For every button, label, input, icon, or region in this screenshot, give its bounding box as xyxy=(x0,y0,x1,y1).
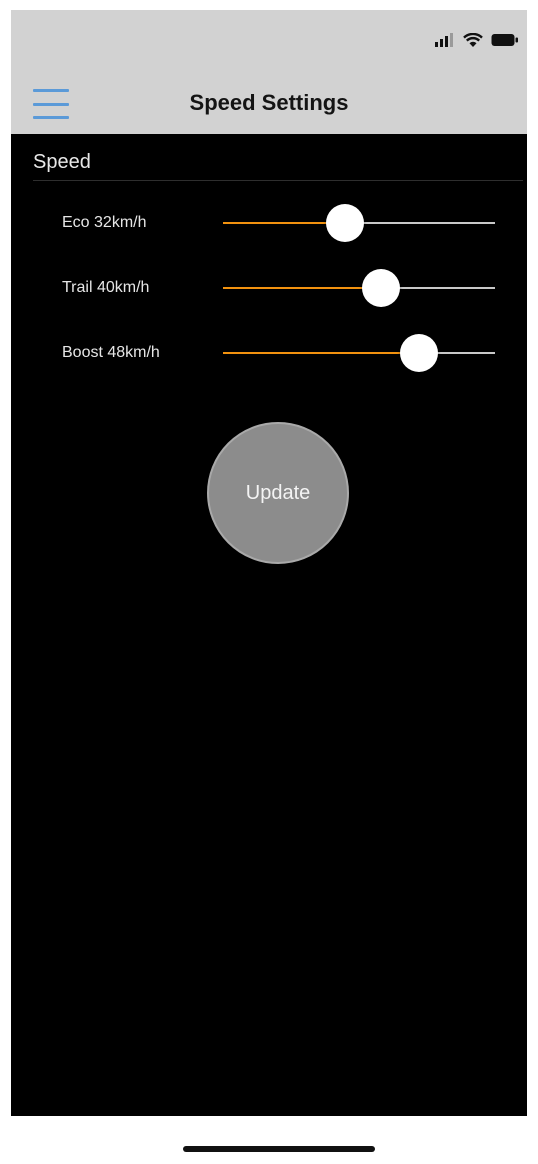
slider-thumb[interactable] xyxy=(399,334,438,372)
section-divider xyxy=(33,180,523,181)
speed-label-boost: Boost 48km/h xyxy=(62,344,160,361)
battery-icon xyxy=(491,34,518,46)
slider-thumb[interactable] xyxy=(326,204,365,242)
speed-label-eco: Eco 32km/h xyxy=(62,214,147,231)
slider-fill xyxy=(223,287,381,289)
app-screen: Speed Settings Speed Eco 32km/h Trail 40… xyxy=(11,10,527,1116)
cellular-signal-icon xyxy=(435,33,453,47)
slider-thumb[interactable] xyxy=(361,269,400,307)
hamburger-menu-icon[interactable] xyxy=(33,89,69,119)
speed-row-eco: Eco 32km/h xyxy=(11,201,527,245)
wifi-icon xyxy=(463,32,483,47)
navigation-bar: Speed Settings xyxy=(11,72,527,134)
speed-row-boost: Boost 48km/h xyxy=(11,331,527,375)
trail-speed-slider[interactable] xyxy=(223,266,495,310)
boost-speed-slider[interactable] xyxy=(223,331,495,375)
status-icons xyxy=(435,30,519,50)
section-header-speed: Speed xyxy=(33,151,91,173)
page-title: Speed Settings xyxy=(189,90,349,115)
eco-speed-slider[interactable] xyxy=(223,201,495,245)
status-bar xyxy=(11,10,527,72)
update-button[interactable]: Update xyxy=(207,422,349,564)
menu-line xyxy=(33,89,69,92)
speed-row-trail: Trail 40km/h xyxy=(11,266,527,310)
menu-line xyxy=(33,116,69,119)
menu-line xyxy=(33,102,69,106)
speed-label-trail: Trail 40km/h xyxy=(62,279,150,296)
slider-fill xyxy=(223,352,419,354)
home-indicator xyxy=(183,1146,375,1152)
